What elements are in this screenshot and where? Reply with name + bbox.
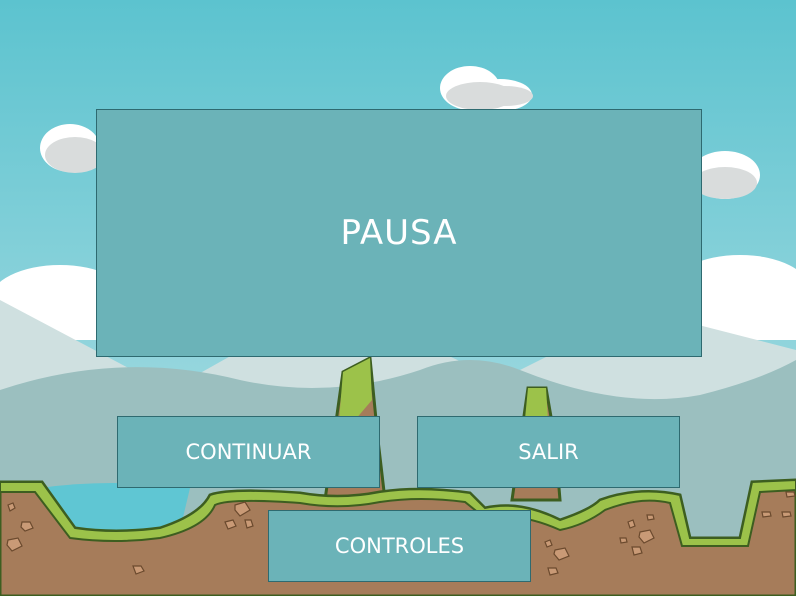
exit-button[interactable]: SALIR: [417, 416, 680, 488]
pause-title: PAUSA: [340, 213, 458, 253]
pause-title-panel: PAUSA: [96, 109, 702, 357]
controls-button[interactable]: CONTROLES: [268, 510, 531, 582]
continue-button[interactable]: CONTINUAR: [117, 416, 380, 488]
controls-button-label: CONTROLES: [334, 534, 465, 558]
continue-button-label: CONTINUAR: [185, 440, 312, 464]
exit-button-label: SALIR: [518, 440, 579, 464]
